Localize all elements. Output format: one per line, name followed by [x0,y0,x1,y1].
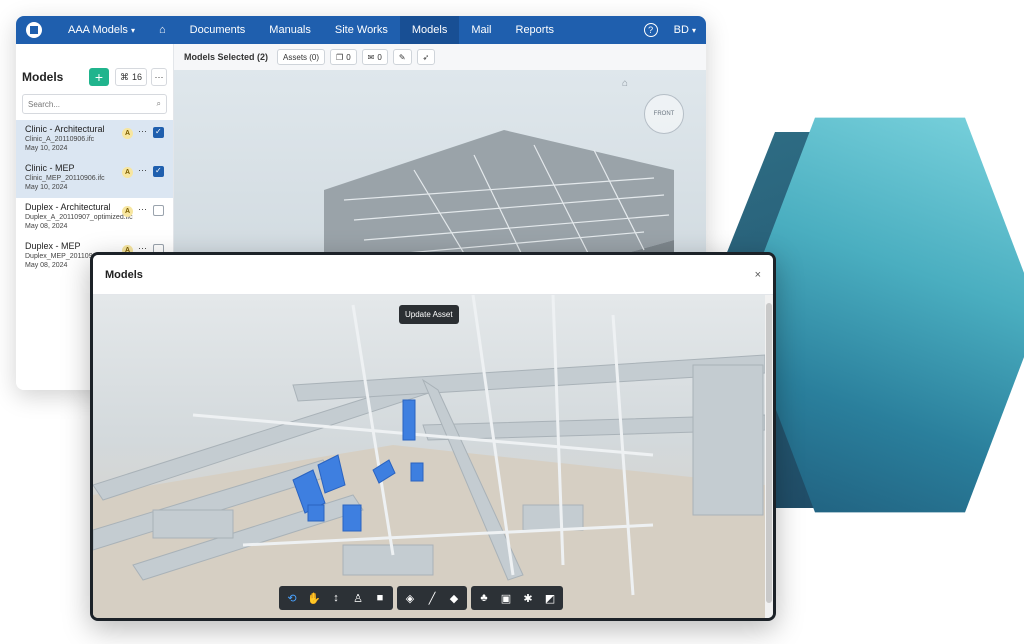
list-item[interactable]: Clinic - Architectural Clinic_A_20110906… [16,120,173,159]
nav-manuals[interactable]: Manuals [257,16,323,44]
zoom-icon[interactable]: ↕ [325,587,347,609]
view-cube[interactable]: FRONT [644,94,684,134]
help-icon[interactable]: ? [643,23,658,37]
scrollbar-thumb[interactable] [766,303,772,603]
item-checkbox[interactable] [153,205,164,216]
nav-mail[interactable]: Mail [459,16,503,44]
item-menu-button[interactable]: ··· [138,165,147,175]
home-icon: ⌂ [159,24,166,36]
rocket-icon: ➶ [422,52,430,62]
nav-documents-label: Documents [189,24,246,36]
model-tools-group: ◈ ╱ ◆ [397,586,467,610]
hierarchy-icon[interactable]: ♣ [473,587,495,609]
top-navigation-bar: AAA Models ▾ ⌂ Documents Manuals Site Wo… [16,16,706,44]
3d-viewport[interactable]: Update Asset ⟲ ✋ ↕ ♙ ■ ◈ ╱ ◆ ♣ ▣ ✱ ◩ [93,295,765,618]
navigation-tools-group: ⟲ ✋ ↕ ♙ ■ [279,586,393,610]
org-switcher[interactable]: AAA Models ▾ [56,16,147,44]
mep-model-render [93,295,765,618]
walk-person-icon[interactable]: ♙ [347,587,369,609]
org-switcher-label: AAA Models [68,24,128,36]
app-logo[interactable] [26,22,42,38]
mail-button[interactable]: ✉ 0 [361,49,388,65]
models-dialog: Models × Update Asset ⟲ ✋ ↕ ♙ ■ ◈ ╱ ◆ ♣ … [90,252,776,621]
close-icon[interactable]: × [755,269,761,281]
search-input[interactable]: Search... ⌕ [22,94,167,114]
nav-reports-label: Reports [515,24,555,36]
nav-site-works-label: Site Works [334,24,388,36]
status-badge: A [122,167,133,178]
list-item[interactable]: Clinic - MEP Clinic_MEP_20110906.ifc May… [16,159,173,198]
copy-button[interactable]: ❐ 0 [330,49,357,65]
sidebar-title: Models [22,70,64,84]
viewer-tools-toolbar: ⟲ ✋ ↕ ♙ ■ ◈ ╱ ◆ ♣ ▣ ✱ ◩ [279,586,563,610]
copy-count: 0 [346,52,351,62]
list-item[interactable]: Duplex - Architectural Duplex_A_20110907… [16,198,173,237]
item-checkbox[interactable] [153,127,164,138]
model-date: May 10, 2024 [25,184,68,191]
models-icon: ⌘ [119,71,129,82]
nav-models[interactable]: Models [399,16,460,44]
nav-site-works[interactable]: Site Works [323,16,400,44]
model-file: Clinic_MEP_20110906.ifc [25,175,105,182]
nav-models-label: Models [411,24,448,36]
chevron-down-icon: ▾ [130,25,135,35]
status-badge: A [122,206,133,217]
properties-icon[interactable]: ▣ [495,587,517,609]
dialog-header: Models × [93,255,773,295]
copy-icon: ❐ [336,52,344,62]
home-view-icon[interactable]: ⌂ [622,78,628,89]
model-date: May 08, 2024 [25,223,68,230]
camera-icon[interactable]: ■ [369,587,391,609]
model-count: 16 [131,72,142,82]
fullscreen-icon[interactable]: ◩ [539,587,561,609]
user-initials: BD [673,24,689,36]
item-menu-button[interactable]: ··· [138,126,147,136]
more-options-button[interactable]: ··· [151,68,167,86]
model-file: Duplex_A_20110907_optimized.ifc [25,214,133,221]
info-tools-group: ♣ ▣ ✱ ◩ [471,586,563,610]
add-model-button[interactable]: + [88,68,109,86]
status-badge: A [122,128,133,139]
search-placeholder: Search... [28,99,61,109]
model-date: May 10, 2024 [25,145,68,152]
nav-manuals-label: Manuals [269,24,311,36]
settings-gear-icon[interactable]: ✱ [517,587,539,609]
sidebar-header: Models + ⌘ 16 ··· [16,44,173,94]
section-box-icon[interactable]: ◆ [443,587,465,609]
mail-icon: ✉ [367,52,375,62]
pan-hand-icon[interactable]: ✋ [303,587,325,609]
user-menu[interactable]: BD ▾ [674,24,696,36]
item-checkbox[interactable] [153,166,164,177]
dialog-title: Models [105,268,143,281]
orbit-icon[interactable]: ⟲ [281,587,303,609]
share-button[interactable]: ➶ [416,49,436,65]
model-file: Clinic_A_20110906.ifc [25,136,95,143]
update-asset-tooltip: Update Asset [399,305,459,324]
edit-button[interactable]: ✎ [392,49,412,65]
model-tree-icon[interactable]: ◈ [399,587,421,609]
assets-button[interactable]: Assets (0) [277,49,326,65]
viewer-scrollbar[interactable] [765,295,773,618]
search-icon: ⌕ [156,99,161,108]
home-button[interactable]: ⌂ [147,16,178,44]
assets-label: Assets (0) [283,52,320,62]
item-menu-button[interactable]: ··· [138,204,147,214]
measure-icon[interactable]: ╱ [421,587,443,609]
nav-reports[interactable]: Reports [504,16,567,44]
models-selected-label: Models Selected (2) [184,52,269,62]
pencil-icon: ✎ [398,52,406,62]
mail-count: 0 [377,52,382,62]
nav-mail-label: Mail [471,24,492,36]
viewer-toolbar: Models Selected (2) Assets (0) ❐ 0 ✉ 0 ✎ ➶ [174,44,706,70]
nav-documents[interactable]: Documents [178,16,258,44]
model-count-button[interactable]: ⌘ 16 [114,68,147,86]
chevron-down-icon: ▾ [691,26,696,35]
